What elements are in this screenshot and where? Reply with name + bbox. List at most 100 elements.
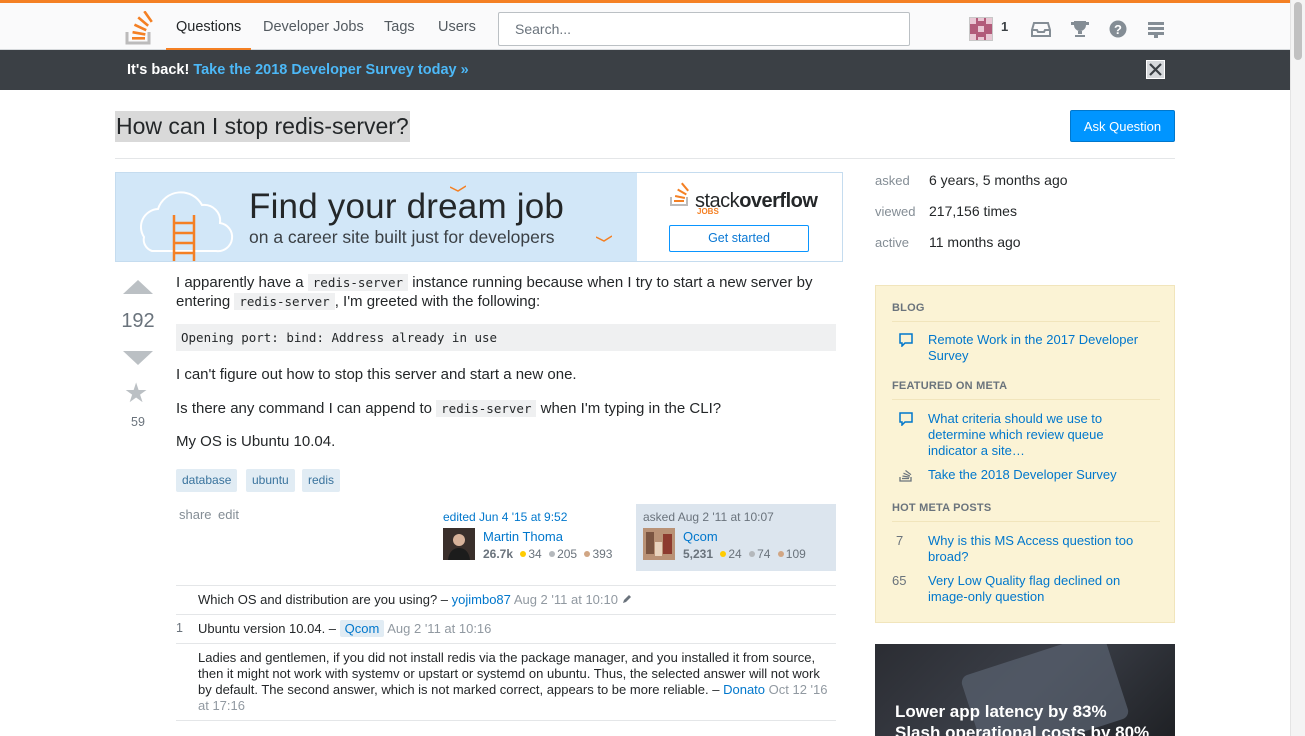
favorite-count: 59	[131, 415, 145, 429]
ad-brand-jobs: JOBS	[697, 207, 719, 216]
comment-divider	[176, 585, 836, 586]
ad-headline: Find your dream job	[249, 187, 565, 226]
ad-get-started-button[interactable]: Get started	[669, 225, 809, 252]
speech-bubble-icon	[899, 333, 913, 347]
bronze-badge-icon	[777, 551, 784, 558]
comment-3: Ladies and gentlemen, if you did not ins…	[198, 650, 834, 714]
survey-link[interactable]: Take the 2018 Developer Survey today »	[193, 62, 468, 78]
post-paragraph-2: I can't figure out how to stop this serv…	[176, 366, 577, 383]
sidebar-ad[interactable]: Lower app latency by 83% Slash operation…	[875, 644, 1175, 736]
edit-link[interactable]: edit	[218, 507, 239, 522]
close-icon	[1149, 63, 1162, 76]
gold-badge-count: 34	[528, 547, 542, 561]
comment-score: 1	[176, 621, 183, 635]
comment-date[interactable]: Aug 2 '11 at 10:16	[387, 621, 491, 636]
hot-meta-header: HOT META POSTS	[892, 502, 992, 514]
ad-subheadline: on a career site built just for develope…	[249, 227, 555, 247]
pencil-icon	[622, 595, 631, 603]
favorite-star-icon[interactable]: ★	[124, 378, 148, 408]
editor-avatar[interactable]	[443, 528, 475, 560]
bulletin-divider	[892, 321, 1160, 322]
survey-banner: It's back! Take the 2018 Developer Surve…	[0, 50, 1290, 90]
comment-text: Which OS and distribution are you using?…	[198, 592, 452, 607]
post-text: Is there any command I can append to	[176, 400, 437, 417]
featured-meta-header: FEATURED ON META	[892, 380, 1008, 392]
post-text: I apparently have a	[176, 274, 308, 291]
post-paragraph-1: I apparently have a redis-server instanc…	[176, 273, 836, 311]
bronze-badge-icon	[584, 551, 591, 558]
share-link[interactable]: share	[179, 507, 212, 522]
svg-text:?: ?	[1114, 22, 1122, 37]
silver-badge-icon	[549, 551, 556, 558]
comment-divider	[176, 614, 836, 615]
asked-label: asked	[875, 173, 910, 188]
tag-redis[interactable]: redis	[302, 469, 341, 492]
asker-signature: asked Aug 2 '11 at 10:07 Qcom 5,231 24 7…	[636, 504, 836, 571]
site-switcher-icon[interactable]	[1146, 19, 1166, 39]
comment-user-link[interactable]: Donato	[723, 682, 765, 697]
jobs-ad-banner[interactable]: Find your dream job on a career site bui…	[115, 172, 843, 262]
nav-questions[interactable]: Questions	[165, 3, 252, 51]
blog-header: BLOG	[892, 302, 925, 314]
asker-avatar[interactable]	[643, 528, 675, 560]
banner-close-button[interactable]	[1146, 60, 1165, 79]
page-scrollbar[interactable]	[1290, 0, 1305, 736]
editor-rep-score: 26.7k	[483, 547, 514, 561]
ad-brand-panel: stackoverflow JOBS Get started	[637, 173, 842, 261]
editor-name-link[interactable]: Martin Thoma	[483, 529, 563, 544]
scrollbar-thumb[interactable]	[1294, 2, 1302, 60]
downvote-arrow-icon[interactable]	[123, 351, 153, 365]
asker-rep-score: 5,231	[683, 547, 714, 561]
tag-database[interactable]: database	[176, 469, 238, 492]
blog-link[interactable]: Remote Work in the 2017 Developer Survey	[928, 332, 1153, 364]
editor-signature: edited Jun 4 '15 at 9:52 Martin Thoma 26…	[436, 504, 636, 571]
post-text: , I'm greeted with the following:	[334, 293, 541, 310]
inbox-icon[interactable]	[1031, 19, 1051, 39]
sidebar-ad-line-1: Lower app latency by 83%	[895, 702, 1107, 721]
inline-code: redis-server	[234, 293, 335, 310]
viewed-value: 217,156 times	[929, 203, 1017, 219]
bulletin-divider	[892, 521, 1160, 522]
vote-count: 192	[121, 310, 155, 332]
viewed-label: viewed	[875, 204, 916, 219]
achievements-trophy-icon[interactable]	[1070, 19, 1090, 39]
comment-user-link[interactable]: yojimbo87	[452, 592, 511, 607]
inline-code: redis-server	[436, 400, 537, 417]
bronze-badge-count: 393	[592, 547, 613, 561]
upvote-arrow-icon[interactable]	[123, 280, 153, 294]
hot-post-count: 65	[892, 573, 907, 588]
hot-post-link[interactable]: Very Low Quality flag declined on image-…	[928, 573, 1153, 605]
ad-brand-bold: overflow	[739, 190, 818, 212]
nav-tags[interactable]: Tags	[384, 3, 415, 50]
comment-text: Ubuntu version 10.04. –	[198, 621, 340, 636]
post-paragraph-3: Is there any command I can append to red…	[176, 399, 721, 418]
bulletin-divider	[892, 399, 1160, 400]
sidebar-ad-text: Lower app latency by 83% Slash operation…	[895, 701, 1149, 736]
active-value[interactable]: 11 months ago	[929, 234, 1021, 250]
ask-question-button[interactable]: Ask Question	[1070, 110, 1175, 142]
hot-post-link[interactable]: Why is this MS Access question too broad…	[928, 533, 1153, 565]
asked-value: 6 years, 5 months ago	[929, 172, 1068, 188]
silver-badge-icon	[749, 551, 756, 558]
tag-ubuntu[interactable]: ubuntu	[246, 469, 295, 492]
gold-badge-count: 24	[728, 547, 742, 561]
nav-users[interactable]: Users	[438, 3, 476, 50]
asker-name-link[interactable]: Qcom	[683, 529, 718, 544]
reputation-count: 1	[1001, 19, 1009, 34]
edited-date-link[interactable]: edited Jun 4 '15 at 9:52	[443, 510, 567, 524]
banner-lead: It's back!	[127, 62, 190, 78]
comment-2: Ubuntu version 10.04. – Qcom Aug 2 '11 a…	[198, 620, 834, 637]
user-avatar[interactable]	[969, 17, 993, 41]
featured-meta-link-1[interactable]: What criteria should we use to determine…	[928, 411, 1153, 459]
question-title[interactable]: How can I stop redis-server?	[115, 111, 410, 142]
top-bar: Questions Developer Jobs Tags Users 1 ?	[0, 0, 1290, 51]
help-icon[interactable]: ?	[1108, 19, 1128, 39]
search-input[interactable]	[498, 12, 910, 46]
bronze-badge-count: 109	[785, 547, 806, 561]
stackoverflow-logo-icon[interactable]	[124, 11, 156, 45]
nav-developer-jobs[interactable]: Developer Jobs	[263, 3, 364, 50]
comment-date[interactable]: Aug 2 '11 at 10:10	[514, 592, 618, 607]
cloud-ladder-illustration	[139, 191, 234, 261]
featured-meta-link-2[interactable]: Take the 2018 Developer Survey	[928, 467, 1153, 483]
comment-user-link[interactable]: Qcom	[339, 620, 385, 637]
